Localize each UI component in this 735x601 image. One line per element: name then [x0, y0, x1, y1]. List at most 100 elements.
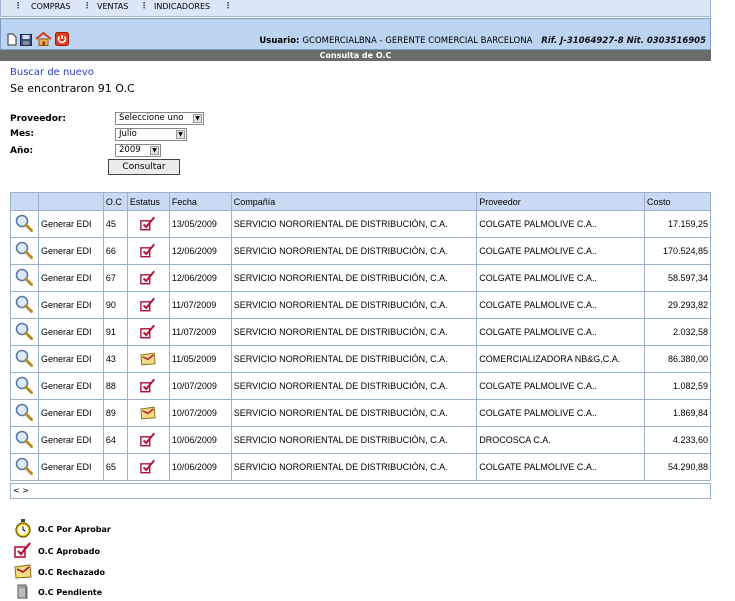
proveedor-label: Proveedor:: [10, 114, 66, 124]
menu-separator: ⋮: [224, 1, 232, 10]
user-name: GCOMERCIALBNA - GERENTE COMERCIAL BARCEL…: [302, 36, 533, 46]
column-header-oc[interactable]: O.C: [102, 192, 128, 211]
menu-separator: ⋮: [140, 1, 148, 10]
search-again-link[interactable]: Buscar de nuevo: [10, 67, 94, 78]
rejected-icon: [126, 399, 170, 427]
proveedor-cell: COLGATE PALMOLIVE C.A..: [476, 399, 645, 427]
generate-edi-link[interactable]: Generar EDI: [37, 345, 104, 373]
column-header-compania[interactable]: Compañía: [230, 192, 478, 211]
chevron-down-icon: ▼: [150, 146, 159, 155]
user-bar: Usuario: GCOMERCIALBNA - GERENTE COMERCI…: [0, 18, 711, 50]
table-row: Generar EDI 90 11/07/2009 SERVICIO NORORIEN…: [10, 291, 712, 319]
view-icon[interactable]: [10, 264, 39, 292]
menu-separator: ⋮: [14, 1, 22, 10]
compania-cell: SERVICIO NORORIENTAL DE DISTRIBUCIÓN, C.…: [230, 372, 478, 400]
column-header-costo[interactable]: Costo: [643, 192, 712, 211]
proveedor-cell: COLGATE PALMOLIVE C.A..: [476, 453, 645, 481]
view-icon[interactable]: [10, 210, 39, 238]
legend-label: O.C Por Aprobar: [38, 525, 111, 534]
generate-edi-link[interactable]: Generar EDI: [37, 237, 104, 265]
costo-cell: 1.082,59: [643, 372, 712, 400]
generate-edi-link[interactable]: Generar EDI: [37, 453, 104, 481]
proveedor-cell: COLGATE PALMOLIVE C.A..: [476, 372, 645, 400]
anio-label: Año:: [10, 146, 34, 156]
save-icon[interactable]: [20, 31, 32, 50]
pager[interactable]: < >: [10, 483, 711, 499]
generate-edi-link[interactable]: Generar EDI: [37, 210, 104, 238]
view-icon[interactable]: [10, 291, 39, 319]
view-icon[interactable]: [10, 399, 39, 427]
legend-item: O.C Pendiente: [14, 584, 102, 601]
view-icon[interactable]: [10, 318, 39, 346]
chevron-down-icon: ▼: [176, 130, 185, 139]
view-icon[interactable]: [10, 453, 39, 481]
costo-cell: 86.380,00: [643, 345, 712, 373]
approved-icon: [126, 237, 170, 265]
fecha-cell: 10/06/2009: [168, 453, 232, 481]
home-icon[interactable]: [35, 31, 52, 50]
menu-item-compras[interactable]: COMPRAS: [31, 2, 70, 11]
proveedor-cell: COLGATE PALMOLIVE C.A..: [476, 237, 645, 265]
top-menu: ⋮ COMPRAS ⋮ VENTAS ⋮ INDICADORES ⋮: [0, 0, 711, 17]
pending-icon: [14, 584, 32, 601]
user-label: Usuario:: [259, 36, 300, 46]
compania-cell: SERVICIO NORORIENTAL DE DISTRIBUCIÓN, C.…: [230, 453, 478, 481]
costo-cell: 29.293,82: [643, 291, 712, 319]
column-header-fecha[interactable]: Fecha: [168, 192, 232, 211]
approved-icon: [126, 372, 170, 400]
stopwatch-icon: [14, 519, 32, 540]
proveedor-cell: COMERCIALIZADORA NB&G,C.A.: [476, 345, 645, 373]
view-icon[interactable]: [10, 426, 39, 454]
costo-cell: 4.233,60: [643, 426, 712, 454]
proveedor-cell: COLGATE PALMOLIVE C.A..: [476, 318, 645, 346]
mes-select[interactable]: Julio ▼: [115, 128, 187, 141]
table-row: Generar EDI 91 11/07/2009 SERVICIO NORORIEN…: [10, 318, 712, 346]
oc-number: 64: [102, 426, 128, 454]
costo-cell: 2.032,58: [643, 318, 712, 346]
generate-edi-link[interactable]: Generar EDI: [37, 372, 104, 400]
fecha-cell: 12/06/2009: [168, 237, 232, 265]
new-document-icon[interactable]: [7, 31, 17, 50]
toolbar-icons: [7, 31, 69, 50]
fecha-cell: 12/06/2009: [168, 264, 232, 292]
table-row: Generar EDI 66 12/06/2009 SERVICIO NORORIEN…: [10, 237, 712, 265]
generate-edi-link[interactable]: Generar EDI: [37, 291, 104, 319]
chevron-down-icon: ▼: [193, 114, 202, 123]
approved-icon: [126, 291, 170, 319]
approved-icon: [126, 453, 170, 481]
menu-separator: ⋮: [83, 1, 91, 10]
approved-icon: [126, 210, 170, 238]
oc-number: 90: [102, 291, 128, 319]
view-icon[interactable]: [10, 345, 39, 373]
column-header: [10, 192, 39, 211]
compania-cell: SERVICIO NORORIENTAL DE DISTRIBUCIÓN, C.…: [230, 237, 478, 265]
approved-icon: [126, 264, 170, 292]
compania-cell: SERVICIO NORORIENTAL DE DISTRIBUCIÓN, C.…: [230, 210, 478, 238]
page-title: Consulta de O.C: [0, 50, 711, 61]
fecha-cell: 10/06/2009: [168, 426, 232, 454]
view-icon[interactable]: [10, 372, 39, 400]
consultar-button[interactable]: Consultar: [108, 159, 180, 175]
generate-edi-link[interactable]: Generar EDI: [37, 318, 104, 346]
proveedor-select[interactable]: Seleccione uno ▼: [115, 112, 204, 125]
generate-edi-link[interactable]: Generar EDI: [37, 399, 104, 427]
generate-edi-link[interactable]: Generar EDI: [37, 264, 104, 292]
power-icon[interactable]: [55, 31, 69, 50]
costo-cell: 17.159,25: [643, 210, 712, 238]
column-header: [37, 192, 104, 211]
fecha-cell: 11/05/2009: [168, 345, 232, 373]
column-header-proveedor[interactable]: Proveedor: [476, 192, 645, 211]
fecha-cell: 10/07/2009: [168, 399, 232, 427]
column-header-estatus[interactable]: Estatus: [126, 192, 170, 211]
table-row: Generar EDI 43 11/05/2009 SERVICIO NORORIEN…: [10, 345, 712, 373]
oc-number: 88: [102, 372, 128, 400]
menu-item-ventas[interactable]: VENTAS: [97, 2, 128, 11]
oc-number: 65: [102, 453, 128, 481]
compania-cell: SERVICIO NORORIENTAL DE DISTRIBUCIÓN, C.…: [230, 345, 478, 373]
user-info: Usuario: GCOMERCIALBNA - GERENTE COMERCI…: [259, 36, 706, 46]
view-icon[interactable]: [10, 237, 39, 265]
anio-select[interactable]: 2009 ▼: [115, 144, 161, 157]
legend-item: O.C Por Aprobar: [14, 519, 111, 540]
menu-item-indicadores[interactable]: INDICADORES: [154, 2, 210, 11]
generate-edi-link[interactable]: Generar EDI: [37, 426, 104, 454]
